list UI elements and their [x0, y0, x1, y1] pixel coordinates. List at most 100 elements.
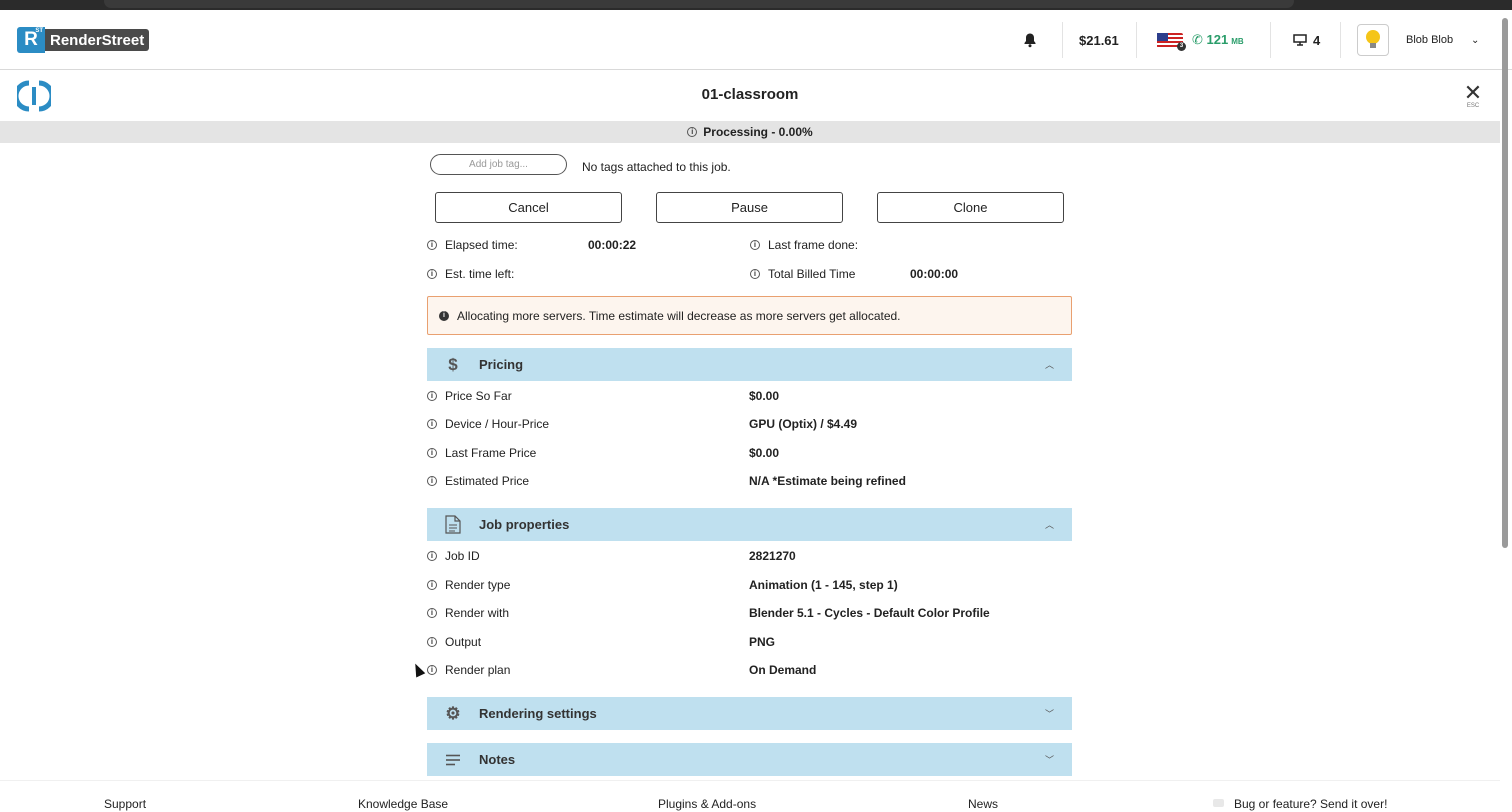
- job-properties-section-header[interactable]: Job properties ︿: [427, 508, 1072, 541]
- document-icon: [427, 515, 479, 534]
- divider: [1340, 22, 1341, 58]
- notes-section-header[interactable]: Notes ﹀: [427, 743, 1072, 776]
- info-icon: i: [427, 448, 437, 458]
- dollar-icon: $: [448, 354, 458, 374]
- section-title: Rendering settings: [479, 706, 597, 721]
- info-icon: i: [427, 637, 437, 647]
- job-status-text: Processing - 0.00%: [703, 125, 813, 139]
- pricing-row: i Price So Far $0.00: [427, 386, 1072, 406]
- row-label: Device / Hour-Price: [445, 417, 550, 431]
- add-job-tag-input[interactable]: Add job tag...: [430, 154, 567, 175]
- account-balance[interactable]: $21.61: [1079, 10, 1119, 70]
- divider: [1270, 22, 1271, 58]
- chevron-down-icon: ﹀: [1044, 755, 1054, 765]
- close-button[interactable]: ✕ ESC: [1462, 80, 1484, 111]
- bell-icon: [1024, 33, 1036, 48]
- row-value: PNG: [749, 635, 776, 649]
- row-label: Render with: [445, 606, 510, 620]
- scrollbar-thumb[interactable]: [1502, 18, 1508, 548]
- info-icon: i: [427, 391, 437, 401]
- info-icon: i: [427, 665, 437, 675]
- footer-link-support[interactable]: Support: [104, 797, 146, 811]
- pricing-section-header[interactable]: $ Pricing ︿: [427, 348, 1072, 381]
- menu-lines-icon: [427, 754, 479, 766]
- info-icon: i: [427, 608, 437, 618]
- row-value: $0.00: [749, 446, 780, 460]
- row-label: Render type: [445, 578, 511, 592]
- section-title: Notes: [479, 752, 516, 767]
- notifications-button[interactable]: [1022, 10, 1038, 70]
- divider: [1062, 22, 1063, 58]
- lightbulb-icon: [1366, 30, 1380, 48]
- no-tags-text: No tags attached to this job.: [582, 160, 731, 174]
- job-property-row: i Render with Blender 5.1 - Cycles - Defa…: [427, 603, 1072, 623]
- us-flag-icon: [1157, 32, 1186, 51]
- footer-link-news[interactable]: News: [968, 797, 998, 811]
- divider: [1136, 22, 1137, 58]
- last-frame-stat: i Last frame done:: [750, 238, 858, 252]
- alert-text: Allocating more servers. Time estimate w…: [457, 308, 901, 323]
- browser-chrome: [0, 0, 1512, 10]
- row-value: On Demand: [749, 663, 817, 677]
- section-title: Job properties: [479, 517, 570, 532]
- job-property-row: i Job ID 2821270: [427, 546, 1072, 566]
- row-label: Last Frame Price: [445, 446, 537, 460]
- job-property-row: i Render plan On Demand: [427, 660, 1072, 680]
- renderstreet-logo[interactable]: R ST RenderStreet: [17, 27, 150, 53]
- job-title: 01-classroom: [701, 86, 799, 103]
- row-value: GPU (Optix) / $4.49: [749, 417, 858, 431]
- user-name[interactable]: Blob Blob: [1406, 10, 1453, 70]
- row-label: Render plan: [445, 663, 511, 677]
- chevron-up-icon: ︿: [1044, 360, 1054, 370]
- allocation-alert: i Allocating more servers. Time estimate…: [427, 296, 1072, 335]
- cancel-button[interactable]: Cancel: [435, 192, 622, 223]
- info-icon: i: [427, 240, 437, 250]
- pause-button[interactable]: Pause: [656, 192, 843, 223]
- row-label: Price So Far: [445, 389, 512, 403]
- time-left-stat: i Est. time left:: [427, 267, 514, 281]
- job-status-bar: i Processing - 0.00%: [0, 121, 1500, 143]
- storage-usage: ✆ 121 MB: [1192, 32, 1244, 47]
- row-label: Estimated Price: [445, 474, 530, 488]
- pricing-row: i Estimated Price N/A *Estimate being ref…: [427, 471, 1072, 491]
- info-icon: i: [750, 269, 760, 279]
- job-property-row: i Output PNG: [427, 632, 1072, 652]
- user-avatar[interactable]: [1357, 24, 1389, 56]
- chevron-up-icon: ︿: [1044, 520, 1054, 530]
- logo-text: RenderStreet: [45, 29, 150, 51]
- region-storage-indicator[interactable]: ✆ 121MB: [1157, 10, 1244, 70]
- job-property-row: i Render type Animation (1 - 145, step 1): [427, 575, 1072, 595]
- monitor-icon: [1293, 34, 1307, 46]
- address-bar[interactable]: [104, 0, 1294, 8]
- row-value: $0.00: [749, 389, 780, 403]
- info-filled-icon: i: [439, 310, 449, 321]
- servers-indicator[interactable]: 4: [1293, 10, 1320, 70]
- footer: Support Knowledge Base Plugins & Add-ons…: [0, 780, 1500, 812]
- mouse-cursor: [410, 661, 426, 678]
- row-value: Blender 5.1 - Cycles - Default Color Pro…: [749, 606, 990, 620]
- logo-mark: R ST: [17, 27, 45, 53]
- chevron-down-icon: ﹀: [1044, 709, 1054, 719]
- chevron-down-icon[interactable]: ⌄: [1471, 10, 1479, 70]
- row-label: Output: [445, 635, 482, 649]
- billed-time-stat: i Total Billed Time: [750, 267, 855, 281]
- row-value: N/A *Estimate being refined: [749, 474, 906, 488]
- job-header: 01-classroom ✕ ESC: [0, 71, 1500, 121]
- row-value: Animation (1 - 145, step 1): [749, 578, 898, 592]
- gear-icon: ⚙: [445, 703, 461, 723]
- info-icon: i: [687, 127, 698, 137]
- footer-link-feedback[interactable]: Bug or feature? Send it over!: [1234, 797, 1387, 811]
- info-icon: i: [427, 476, 437, 486]
- info-icon: i: [427, 419, 437, 429]
- footer-link-plugins[interactable]: Plugins & Add-ons: [658, 797, 756, 811]
- pricing-row: i Device / Hour-Price GPU (Optix) / $4.49: [427, 414, 1072, 434]
- elapsed-time-value: 00:00:22: [588, 238, 637, 252]
- feedback-icon: [1213, 799, 1224, 807]
- footer-link-knowledge-base[interactable]: Knowledge Base: [358, 797, 448, 811]
- close-icon: ✕: [1463, 80, 1483, 105]
- rendering-settings-section-header[interactable]: ⚙ Rendering settings ﹀: [427, 697, 1072, 730]
- section-title: Pricing: [479, 357, 524, 372]
- page-scrollbar[interactable]: [1500, 16, 1510, 548]
- clone-button[interactable]: Clone: [877, 192, 1064, 223]
- row-label: Job ID: [445, 549, 480, 563]
